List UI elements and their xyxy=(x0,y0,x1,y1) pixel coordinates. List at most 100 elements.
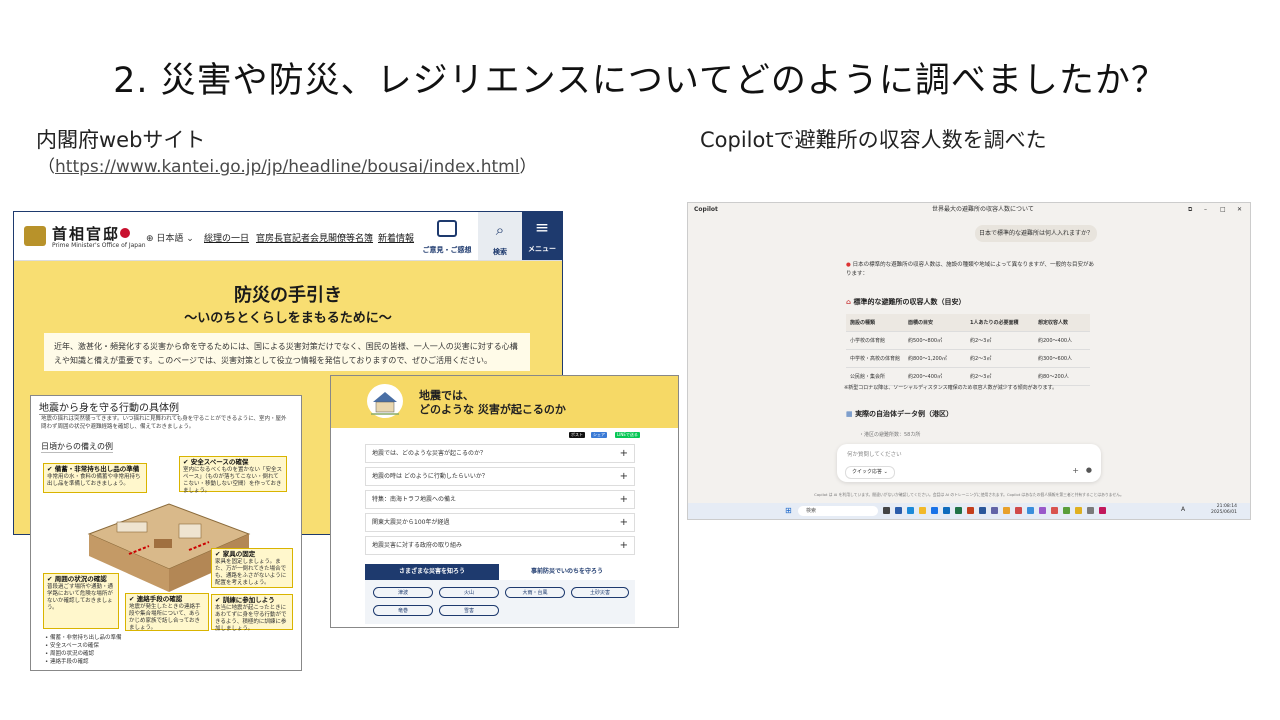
share-line-button[interactable]: LINEで送る xyxy=(615,432,640,438)
answer-heading-capacity: ⌂ 標準的な避難所の収容人数（目安） xyxy=(846,297,965,307)
table-header: 施設の種類 xyxy=(846,314,904,332)
pin-icon: ● xyxy=(846,262,851,268)
teams-icon[interactable] xyxy=(991,507,998,514)
table-row: 小学校の体育館 約500～800㎡ 約2～3㎡ 約200～400人 xyxy=(846,331,1090,350)
copilot-app-name: Copilot xyxy=(694,206,718,213)
nav-link-press[interactable]: 官房長官記者会見 xyxy=(256,231,328,244)
copilot-screenshot: Copilot 世界最大の避難所の収容人数について ⧉ – □ ✕ 日本で標準的… xyxy=(687,202,1251,520)
app-icon[interactable] xyxy=(895,507,902,514)
list-item-label: 備蓄・非常持ち出し品の準備 xyxy=(50,635,122,641)
table-cell: 約800～1,200㎡ xyxy=(904,349,966,368)
nav-link-ministers[interactable]: 閣僚等名簿 xyxy=(328,231,373,244)
excel-icon[interactable] xyxy=(955,507,962,514)
share-facebook-button[interactable]: シェア xyxy=(591,432,607,438)
window-restore-icon[interactable]: ⧉ xyxy=(1188,203,1192,217)
app-icon[interactable] xyxy=(1063,507,1070,514)
house-drawing xyxy=(371,392,399,415)
menu-button[interactable]: ≡ メニュー xyxy=(522,212,562,260)
list-item: • 備蓄・非常持ち出し品の準備 xyxy=(45,635,122,641)
menu-label: メニュー xyxy=(528,245,556,253)
word-icon[interactable] xyxy=(979,507,986,514)
list-item: • 安全スペースの確保 xyxy=(45,643,99,649)
accordion-row[interactable]: 特集：南海トラフ地震への備え + xyxy=(365,490,635,509)
ime-language-indicator[interactable]: A xyxy=(1181,506,1185,513)
accordion-label: 特集：南海トラフ地震への備え xyxy=(372,496,457,503)
search-icon: ⌕ xyxy=(495,221,505,239)
taskbar-clock[interactable]: 21:08:14 2025/06/01 xyxy=(1211,504,1237,516)
chat-input-placeholder: 何か質問してください xyxy=(847,452,902,458)
disaster-button-landslide[interactable]: 土砂災害 xyxy=(571,587,629,598)
nav-link-pm-day[interactable]: 総理の一日 xyxy=(204,231,249,244)
windows-start-icon[interactable]: ⊞ xyxy=(785,506,792,515)
taskbar-search-box[interactable]: 検索 xyxy=(798,506,878,516)
japan-flag-icon xyxy=(120,228,130,238)
outlook-icon[interactable] xyxy=(943,507,950,514)
nav-link-news[interactable]: 新着情報 xyxy=(378,231,414,244)
app-icon[interactable] xyxy=(1099,507,1106,514)
left-caption: 内閣府webサイト xyxy=(36,128,206,152)
copilot-disclaimer: Copilot は AI を利用しています。間違いがないか確認してください。会話… xyxy=(814,492,1124,497)
app-icon[interactable] xyxy=(1039,507,1046,514)
table-header: 想定収容人数 xyxy=(1034,314,1090,332)
answer-heading-minato: ▦ 実際の自治体データ例（港区） xyxy=(846,409,953,419)
tab-know-disasters[interactable]: さまざまな災害を知ろう xyxy=(365,564,499,580)
disaster-button-volcano[interactable]: 火山 xyxy=(439,587,499,598)
response-mode-selector[interactable]: クイック応答 ⌄ xyxy=(845,466,895,479)
file-explorer-icon[interactable] xyxy=(919,507,926,514)
disaster-button-snow[interactable]: 雪害 xyxy=(439,605,499,616)
microphone-icon[interactable]: ● xyxy=(1086,466,1092,474)
chart-icon: ▦ xyxy=(846,410,853,418)
plus-icon: + xyxy=(619,517,628,528)
tip-stockpile-text: 非常用の水・食料の備蓄や非常用持ち出し品を準備しておきましょう。 xyxy=(47,474,141,487)
plus-icon: + xyxy=(619,448,628,459)
tip-stockpile-title: ✔ 備蓄・非常持ち出し品の準備 xyxy=(47,465,140,473)
chat-input-box[interactable]: 何か質問してください クイック応答 ⌄ + ● xyxy=(837,444,1101,482)
hero-title: 防災の手引き xyxy=(234,285,342,306)
task-view-icon[interactable] xyxy=(883,507,890,514)
table-cell: 約80～200人 xyxy=(1034,367,1090,386)
table-cell: 約200～400㎡ xyxy=(904,367,966,386)
app-icon[interactable] xyxy=(1027,507,1034,514)
edge-icon[interactable] xyxy=(931,507,938,514)
leaflet-text: 地震の揺れは突然襲ってきます。いつ揺れに見舞われても身を守ることができるように、… xyxy=(41,416,287,430)
leaflet-subtitle: 日頃からの備えの例 xyxy=(41,442,113,453)
speech-bubble-icon xyxy=(437,220,457,237)
disaster-button-tornado[interactable]: 竜巻 xyxy=(373,605,433,616)
tip-safe-space-text: 室内になるべくものを置かない「安全スペース」（ものが落ちてこない・倒れてこない・… xyxy=(183,467,283,494)
kiri-crest-icon xyxy=(24,226,46,246)
kantei-logo[interactable]: 首相官邸 xyxy=(52,223,120,244)
add-icon[interactable]: + xyxy=(1072,466,1079,475)
accordion-row[interactable]: 地震の時は どのように行動したらいいか？ + xyxy=(365,467,635,486)
kantei-logo-sub: Prime Minister's Office of Japan xyxy=(52,242,146,249)
tab-prevention[interactable]: 事前防災でいのちを守ろう xyxy=(499,564,635,581)
earthquake-title-line1: 地震では、 xyxy=(419,389,474,402)
copilot-taskbar-icon[interactable] xyxy=(907,507,914,514)
app-icon[interactable] xyxy=(1015,507,1022,514)
list-item: • 周囲の状況の確認 xyxy=(45,651,95,657)
window-maximize-icon[interactable]: □ xyxy=(1220,203,1226,217)
accordion-row[interactable]: 地震災害に対する政府の取り組み + xyxy=(365,536,635,555)
accordion-row[interactable]: 地震では、どのような災害が起こるのか？ + xyxy=(365,444,635,463)
accordion-label: 地震災害に対する政府の取り組み xyxy=(372,542,463,549)
notes-icon[interactable] xyxy=(1003,507,1010,514)
disaster-button-tsunami[interactable]: 津波 xyxy=(373,587,433,598)
tip-safe-space: ✔ 安全スペースの確保 室内になるべくものを置かない「安全スペース」（ものが落ちて… xyxy=(179,456,287,494)
app-icon[interactable] xyxy=(1087,507,1094,514)
window-close-icon[interactable]: ✕ xyxy=(1237,203,1242,217)
search-button[interactable]: ⌕ 検索 xyxy=(478,212,522,260)
opinion-button[interactable]: ご意見・ご感想 xyxy=(422,212,472,260)
tip-contact-text: 地震が発生したときの連絡手段や集合場所について、あらかじめ家族で話し合っておきま… xyxy=(129,604,201,631)
language-selector[interactable]: ⊕ 日本語 ⌄ xyxy=(146,231,194,244)
app-icon[interactable] xyxy=(1075,507,1082,514)
share-x-button[interactable]: ポスト xyxy=(569,432,585,438)
accordion-label: 地震の時は どのように行動したらいいか？ xyxy=(372,473,488,480)
app-icon[interactable] xyxy=(1051,507,1058,514)
plus-icon: + xyxy=(619,471,628,482)
disaster-button-heavy-rain[interactable]: 大雨・台風 xyxy=(505,587,565,598)
right-caption: Copilotで避難所の収容人数を調べた xyxy=(700,128,1047,152)
powerpoint-icon[interactable] xyxy=(967,507,974,514)
window-minimize-icon[interactable]: – xyxy=(1204,203,1207,217)
table-row: 中学校・高校の体育館 約800～1,200㎡ 約2～3㎡ 約300～600人 xyxy=(846,349,1090,368)
accordion-row[interactable]: 関東大震災から100年が経過 + xyxy=(365,513,635,532)
source-link[interactable]: https://www.kantei.go.jp/jp/headline/bou… xyxy=(55,157,519,177)
